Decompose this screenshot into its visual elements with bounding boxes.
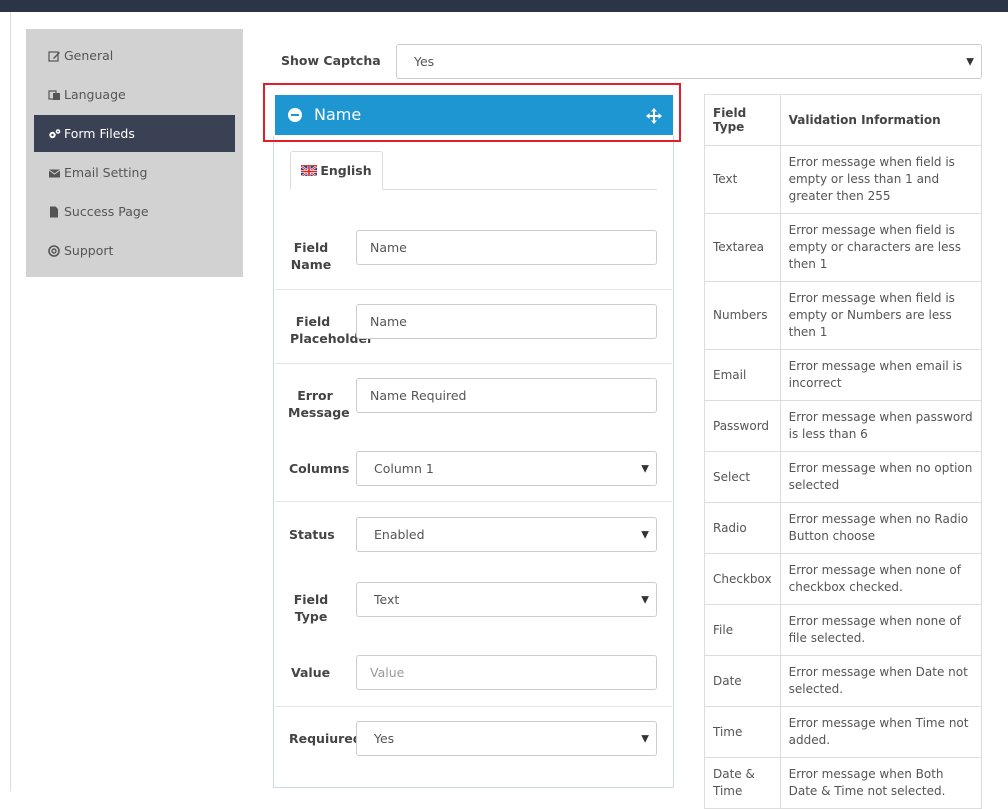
highlight-box xyxy=(263,83,681,142)
field-placeholder-label: Field Placeholder xyxy=(290,314,374,346)
field-name-input[interactable]: Name xyxy=(356,230,657,265)
show-captcha-label: Show Captcha xyxy=(281,53,381,68)
status-value: Enabled xyxy=(374,527,425,542)
table-row: Email Error message when email is incorre… xyxy=(704,349,983,401)
edit-icon xyxy=(48,50,60,62)
row-divider xyxy=(275,289,672,290)
table-row: Numbers Error message when field is empty… xyxy=(704,281,983,350)
uk-flag-icon xyxy=(301,165,318,176)
table-row: Textarea Error message when field is empt… xyxy=(704,213,983,282)
chevron-down-icon: ▼ xyxy=(966,56,974,67)
field-type-value: Text xyxy=(374,592,400,607)
error-message-input[interactable]: Name Required xyxy=(356,378,657,413)
table-row: File Error message when none of file sele… xyxy=(704,604,983,656)
row-divider xyxy=(275,706,672,707)
sidebar-item-label: Support xyxy=(64,243,114,258)
table-row: Date & Time Error message when Both Date … xyxy=(704,757,983,809)
show-captcha-value: Yes xyxy=(414,54,435,69)
columns-label: Columns xyxy=(289,461,350,476)
row-divider xyxy=(275,501,672,502)
sidebar-item-support[interactable]: Support xyxy=(34,232,235,269)
envelope-icon xyxy=(48,169,61,177)
chevron-down-icon: ▼ xyxy=(641,529,649,540)
value-input[interactable]: Value xyxy=(356,655,657,690)
sidebar-item-language[interactable]: Language xyxy=(34,76,235,113)
value-label: Value xyxy=(291,665,331,680)
chevron-down-icon: ▼ xyxy=(641,594,649,605)
status-select[interactable]: Enabled ▼ xyxy=(356,517,657,552)
field-type-select[interactable]: Text ▼ xyxy=(356,582,657,617)
table-row: Date Error message when Date not selected… xyxy=(704,655,983,707)
table-row: Password Error message when password is l… xyxy=(704,400,983,452)
table-row: Radio Error message when no Radio Button … xyxy=(704,502,983,554)
columns-value: Column 1 xyxy=(374,461,434,476)
sidebar-item-label: Success Page xyxy=(64,204,149,219)
table-row: Time Error message when Time not added. xyxy=(704,706,983,758)
validation-table: Field Type Validation Information Text Err… xyxy=(704,94,983,809)
sidebar-item-label: Language xyxy=(64,87,126,102)
sidebar-item-email-setting[interactable]: Email Setting xyxy=(34,154,235,191)
table-row: Text Error message when field is empty or… xyxy=(704,145,983,214)
cogs-icon xyxy=(49,128,61,138)
sidebar-item-success-page[interactable]: Success Page xyxy=(34,193,235,230)
field-placeholder-input[interactable]: Name xyxy=(356,304,657,339)
life-ring-icon xyxy=(48,244,60,257)
sidebar-item-form-fields[interactable]: Form Fileds xyxy=(34,115,235,152)
required-label: Requiured xyxy=(289,731,362,746)
status-label: Status xyxy=(289,527,335,542)
show-captcha-select[interactable]: Yes ▼ xyxy=(396,44,982,79)
error-message-label: Error Message xyxy=(288,388,350,420)
required-select[interactable]: Yes ▼ xyxy=(356,721,657,756)
file-icon xyxy=(50,206,58,217)
tab-english[interactable]: English xyxy=(290,151,383,190)
tab-label: English xyxy=(320,163,372,178)
language-icon xyxy=(48,89,60,100)
sidebar-item-general[interactable]: General xyxy=(34,37,235,74)
header-validation-info: Validation Information xyxy=(779,94,983,146)
required-value: Yes xyxy=(374,731,395,746)
chevron-down-icon: ▼ xyxy=(641,463,649,474)
table-row: Select Error message when no option selec… xyxy=(704,451,983,503)
field-type-label: Field Type xyxy=(293,592,329,624)
columns-select[interactable]: Column 1 ▼ xyxy=(356,451,657,486)
field-name-label: Field Name xyxy=(290,240,332,272)
sidebar-item-label: Form Fileds xyxy=(64,126,135,141)
top-bar xyxy=(0,0,1008,12)
sidebar-item-label: General xyxy=(64,48,114,63)
row-divider xyxy=(275,363,672,364)
header-field-type: Field Type xyxy=(704,94,781,146)
sidebar: General Language Form Fileds Email Setti… xyxy=(26,29,243,277)
table-row: Checkbox Error message when none of check… xyxy=(704,553,983,605)
sidebar-item-label: Email Setting xyxy=(64,165,148,180)
chevron-down-icon: ▼ xyxy=(641,733,649,744)
